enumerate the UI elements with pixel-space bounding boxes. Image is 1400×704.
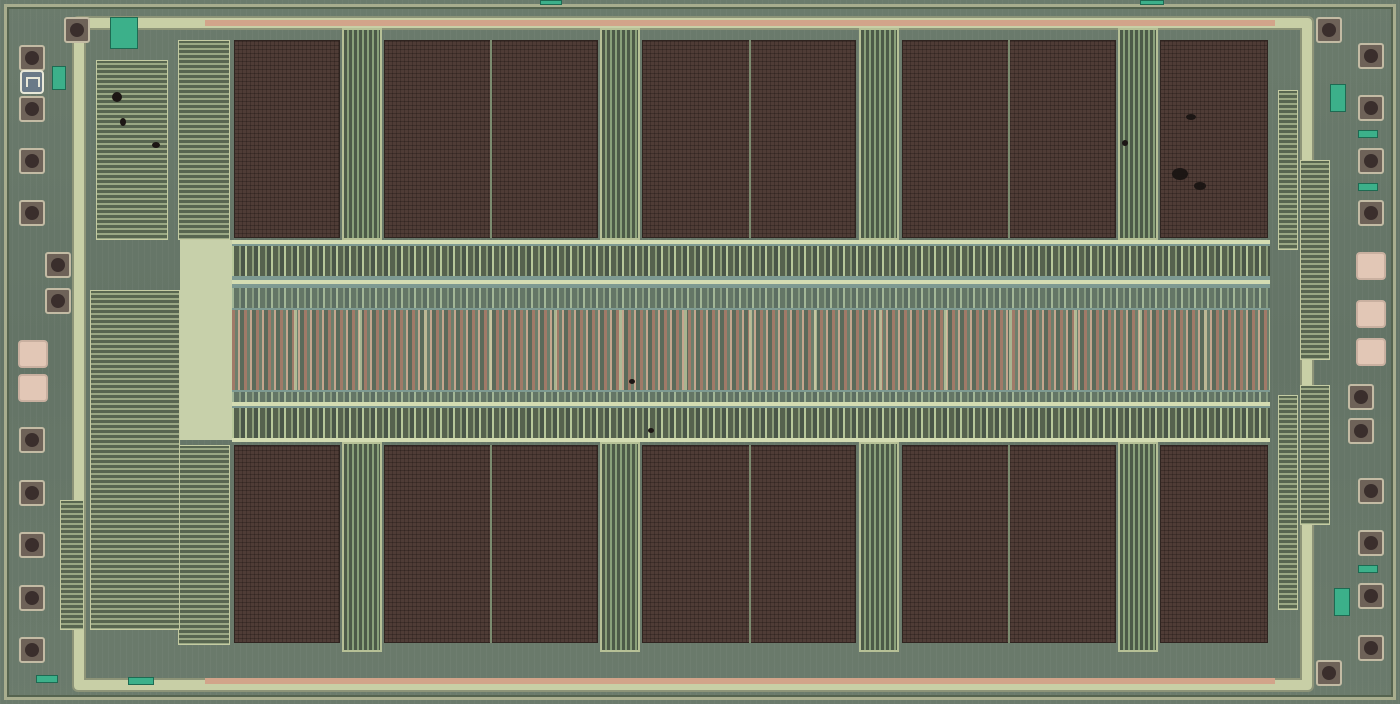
bond-pad: [19, 585, 45, 611]
bond-pad: [1348, 418, 1374, 444]
bond-pad: [19, 148, 45, 174]
bond-pad-unbonded: [1356, 338, 1386, 366]
sense-amp-row: [232, 288, 1270, 308]
power-rail: [232, 438, 1270, 442]
bond-pad-unbonded: [18, 340, 48, 368]
bond-pad: [1358, 43, 1384, 69]
surface-defect: [1122, 140, 1128, 146]
bond-pad: [1358, 478, 1384, 504]
right-peripheral-logic: [1278, 90, 1298, 250]
memory-array: [1160, 40, 1268, 238]
bond-pad: [19, 427, 45, 453]
power-rail: [232, 402, 1270, 406]
memory-array: [234, 445, 340, 643]
surface-defect: [120, 118, 126, 126]
row-decoder-top-left: [178, 40, 230, 240]
surface-defect: [629, 379, 635, 384]
left-bus-routing: [180, 240, 232, 440]
teal-circuit-block: [128, 677, 154, 685]
column-decoder: [859, 442, 899, 652]
bond-pad: [1358, 530, 1384, 556]
bottom-metal-strip: [205, 678, 1275, 684]
left-peripheral-logic: [96, 60, 168, 240]
array-divider: [1008, 40, 1010, 238]
bond-pad: [1348, 384, 1374, 410]
teal-circuit-block: [110, 17, 138, 49]
surface-defect: [1186, 114, 1196, 120]
memory-array: [234, 40, 340, 238]
teal-circuit-block: [1358, 130, 1378, 138]
bond-pad: [19, 637, 45, 663]
row-decoder-bottom-left: [178, 445, 230, 645]
bond-pad-unbonded: [18, 374, 48, 402]
column-decoder: [1118, 442, 1158, 652]
bond-pad: [45, 252, 71, 278]
bond-pad: [19, 96, 45, 122]
teal-circuit-block: [1140, 0, 1164, 5]
column-decoder: [342, 28, 382, 240]
column-decoder: [1118, 28, 1158, 240]
surface-defect: [112, 92, 122, 102]
teal-circuit-block: [36, 675, 58, 683]
sense-amp-row: [232, 408, 1270, 438]
teal-circuit-block: [1358, 183, 1378, 191]
teal-circuit-block: [1330, 84, 1346, 112]
right-peripheral-logic: [1300, 160, 1330, 360]
surface-defect: [1172, 168, 1188, 180]
bond-pad: [19, 480, 45, 506]
bond-pad: [19, 45, 45, 71]
power-rail: [232, 240, 1270, 244]
right-peripheral-logic: [1300, 385, 1330, 525]
array-divider: [749, 445, 751, 643]
column-decoder: [342, 442, 382, 652]
surface-defect: [1194, 182, 1206, 190]
bond-pad-unbonded: [1356, 300, 1386, 328]
power-rail: [232, 280, 1270, 284]
bond-pad: [1316, 17, 1342, 43]
bond-pad: [1358, 148, 1384, 174]
manufacturer-logo: [20, 70, 44, 94]
column-logic-core: [232, 310, 1270, 390]
array-divider: [490, 40, 492, 238]
sense-amp-row: [232, 246, 1270, 276]
surface-defect: [648, 428, 654, 433]
column-decoder: [600, 28, 640, 240]
top-metal-strip: [205, 20, 1275, 26]
teal-circuit-block: [540, 0, 562, 5]
array-divider: [490, 445, 492, 643]
bond-pad: [1358, 583, 1384, 609]
die-micrograph: [0, 0, 1400, 704]
column-decoder: [859, 28, 899, 240]
bond-pad: [1358, 95, 1384, 121]
bond-pad-unbonded: [1356, 252, 1386, 280]
array-divider: [749, 40, 751, 238]
array-divider: [1008, 445, 1010, 643]
left-peripheral-logic: [90, 290, 180, 630]
teal-circuit-block: [52, 66, 66, 90]
column-decoder: [600, 442, 640, 652]
bond-pad: [19, 532, 45, 558]
teal-circuit-block: [1358, 565, 1378, 573]
bond-pad: [1316, 660, 1342, 686]
right-peripheral-logic: [1278, 395, 1298, 610]
surface-defect: [152, 142, 160, 148]
memory-array: [1160, 445, 1268, 643]
bond-pad: [19, 200, 45, 226]
teal-circuit-block: [1334, 588, 1350, 616]
bond-pad: [1358, 635, 1384, 661]
bond-pad: [64, 17, 90, 43]
left-driver-block: [60, 500, 84, 630]
bond-pad: [45, 288, 71, 314]
bond-pad: [1358, 200, 1384, 226]
